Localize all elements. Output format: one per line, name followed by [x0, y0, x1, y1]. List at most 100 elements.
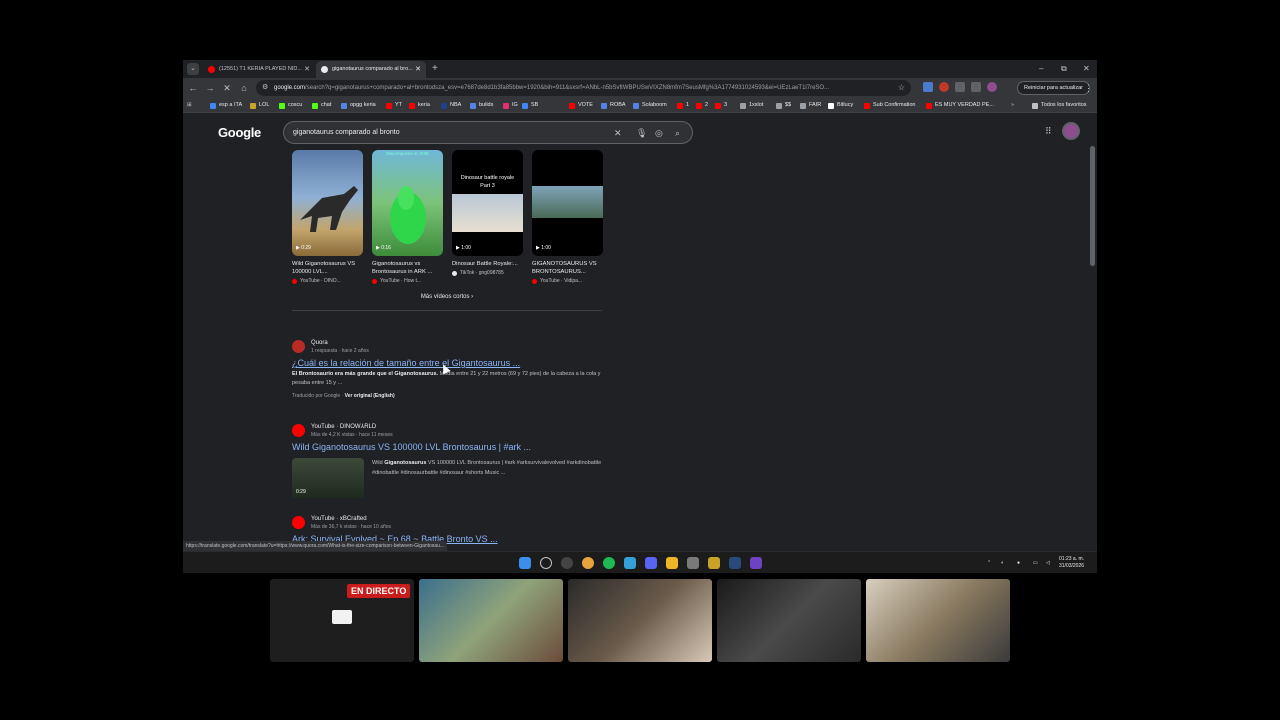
- task-view-icon[interactable]: [561, 557, 573, 569]
- bookmark[interactable]: esp a ITA: [210, 100, 242, 111]
- close-tab-icon[interactable]: ✕: [304, 61, 310, 78]
- result-source[interactable]: YouTube · DINOW⅄RLD Más de 4,2 K vistas …: [292, 423, 612, 439]
- bookmark[interactable]: IG: [503, 100, 518, 111]
- extension-icon[interactable]: [939, 82, 949, 92]
- windows-start-icon[interactable]: [519, 557, 531, 569]
- bookmark[interactable]: Bitlucy: [828, 100, 853, 111]
- search-box[interactable]: giganotaurus comparado al bronto ✕ 🎙 ◎ ⌕: [283, 121, 693, 144]
- all-bookmarks-folder[interactable]: Todos los favoritos: [1032, 100, 1087, 111]
- video-title[interactable]: Dinosaur Battle Royale:...: [452, 260, 523, 268]
- microphone-icon[interactable]: 🎙: [636, 122, 647, 144]
- video-thumbnail[interactable]: Decomposes in: 0:05 ▶ 0:16: [372, 150, 443, 256]
- video-thumbnail[interactable]: Dinosaur battle royale Part 3 ▶ 1:00: [452, 150, 523, 256]
- maximize-button[interactable]: ⧉: [1061, 60, 1067, 77]
- bookmark[interactable]: YT: [386, 100, 402, 111]
- close-tab-icon[interactable]: ✕: [415, 61, 421, 78]
- puzzle-icon[interactable]: [955, 82, 965, 92]
- menu-icon[interactable]: ⋮: [1084, 81, 1093, 95]
- system-clock[interactable]: 01:23 a. m. 31/03/2026: [1059, 556, 1084, 570]
- bookmark[interactable]: 3: [715, 100, 727, 111]
- bookmark[interactable]: $$: [776, 100, 791, 111]
- home-icon[interactable]: ⌂: [237, 81, 251, 95]
- extension-icon[interactable]: [923, 82, 933, 92]
- minimize-button[interactable]: –: [1039, 60, 1043, 77]
- bookmark[interactable]: 1xslot: [740, 100, 763, 111]
- forward-icon[interactable]: →: [203, 81, 217, 95]
- tray-icon[interactable]: ●: [1017, 552, 1020, 573]
- tab-google-search[interactable]: giganotaurus comparado al bro... ✕: [316, 61, 426, 78]
- tray-icon[interactable]: ◐: [1001, 552, 1004, 573]
- bookmark[interactable]: NBA: [441, 100, 461, 111]
- source-meta: 1 respuesta · hace 2 años: [311, 348, 369, 354]
- bookmark[interactable]: VOTE: [569, 100, 593, 111]
- bookmark[interactable]: chat: [312, 100, 331, 111]
- bookmark[interactable]: LOL: [250, 100, 269, 111]
- bookmark[interactable]: Solaboom: [633, 100, 667, 111]
- app-icon[interactable]: [687, 557, 699, 569]
- google-logo[interactable]: Google: [218, 125, 261, 140]
- bookmark[interactable]: FAIR: [800, 100, 821, 111]
- new-tab-button[interactable]: +: [432, 61, 438, 77]
- scrollbar[interactable]: [1090, 146, 1095, 266]
- short-video-card[interactable]: ▶ 1:00 GIGANOTOSAURUS VS BRONTOSAURUS...…: [532, 150, 603, 284]
- steam-icon[interactable]: [729, 557, 741, 569]
- short-video-card[interactable]: Decomposes in: 0:05 ▶ 0:16 Giganotosauru…: [372, 150, 443, 284]
- volume-icon[interactable]: ◁: [1046, 552, 1050, 573]
- app-icon[interactable]: [750, 557, 762, 569]
- profile-icon[interactable]: [987, 82, 997, 92]
- bookmark-star-icon[interactable]: ☆: [898, 80, 905, 96]
- search-icon[interactable]: ⌕: [675, 122, 680, 144]
- bookmark[interactable]: opgg keria: [341, 100, 376, 111]
- tab-search-button[interactable]: ⌄: [187, 63, 199, 75]
- bookmark[interactable]: SB: [522, 100, 538, 111]
- bookmark[interactable]: Sub Confirmation: [864, 100, 916, 111]
- video-duration: ▶ 0:16: [376, 245, 391, 251]
- search-query[interactable]: giganotaurus comparado al bronto: [293, 122, 400, 144]
- result-title-link[interactable]: Wild Giganotosaurus VS 100000 LVL Bronto…: [292, 442, 612, 452]
- clear-icon[interactable]: ✕: [614, 122, 622, 144]
- bookmark[interactable]: 1: [677, 100, 689, 111]
- bookmark[interactable]: keria: [409, 100, 430, 111]
- video-title[interactable]: Giganotosaurus vs Brontosaurus in ARK ..…: [372, 260, 443, 276]
- apps-grid-icon[interactable]: ⊞: [187, 100, 192, 111]
- app-icon[interactable]: [666, 557, 678, 569]
- video-thumbnail[interactable]: 0:29: [292, 458, 364, 498]
- bookmark[interactable]: 2: [696, 100, 708, 111]
- more-short-videos-button[interactable]: Más vídeos cortos ›: [292, 294, 602, 300]
- back-icon[interactable]: ←: [186, 81, 200, 95]
- result-source[interactable]: YouTube · xBCrafted Más de 36,7 k vistas…: [292, 515, 612, 531]
- network-icon[interactable]: ▭: [1033, 552, 1038, 573]
- video-thumbnail[interactable]: ▶ 0:29: [292, 150, 363, 256]
- discord-icon[interactable]: [645, 557, 657, 569]
- avatar[interactable]: [1062, 122, 1080, 140]
- bookmark[interactable]: coscu: [279, 100, 302, 111]
- view-original-link[interactable]: Ver original (English): [345, 393, 395, 399]
- lens-icon[interactable]: ◎: [655, 122, 663, 144]
- chrome-icon[interactable]: [582, 557, 594, 569]
- video-title[interactable]: GIGANOTOSAURUS VS BRONTOSAURUS...: [532, 260, 603, 276]
- app-icon[interactable]: [708, 557, 720, 569]
- update-button[interactable]: Reiniciar para actualizar: [1017, 81, 1090, 95]
- short-video-card[interactable]: ▶ 0:29 Wild Giganotosaurus VS 100000 LVL…: [292, 150, 363, 284]
- tab-title: giganotaurus comparado al bro...: [332, 66, 413, 72]
- close-window-button[interactable]: ✕: [1083, 60, 1090, 77]
- short-video-card[interactable]: Dinosaur battle royale Part 3 ▶ 1:00 Din…: [452, 150, 523, 276]
- tray-expand-icon[interactable]: ⌃: [987, 552, 991, 573]
- site-info-icon[interactable]: ⚙: [262, 80, 268, 96]
- result-source[interactable]: Quora 1 respuesta · hace 2 años: [292, 339, 612, 355]
- video-thumbnail[interactable]: ▶ 1:00: [532, 150, 603, 256]
- search-icon[interactable]: [540, 557, 552, 569]
- google-apps-icon[interactable]: ⠿: [1045, 126, 1052, 137]
- bookmark[interactable]: ES MUY VERDAD PE...: [926, 100, 994, 111]
- video-title[interactable]: Wild Giganotosaurus VS 100000 LVL...: [292, 260, 363, 276]
- spotify-icon[interactable]: [603, 557, 615, 569]
- address-bar[interactable]: ⚙ google.com/search?q=giganotaurus+compa…: [256, 80, 911, 96]
- tab-keria-video[interactable]: (12551) T1 KERIA PLAYED NID... ✕: [203, 61, 315, 78]
- notepad-icon[interactable]: [624, 557, 636, 569]
- stop-loading-icon[interactable]: ✕: [220, 81, 234, 95]
- bookmark[interactable]: builds: [470, 100, 493, 111]
- more-bookmarks-icon[interactable]: »: [1011, 100, 1014, 111]
- media-icon[interactable]: [971, 82, 981, 92]
- result-title-link[interactable]: ¿Cuál es la relación de tamaño entre el …: [292, 358, 612, 368]
- bookmark[interactable]: ROBA: [601, 100, 626, 111]
